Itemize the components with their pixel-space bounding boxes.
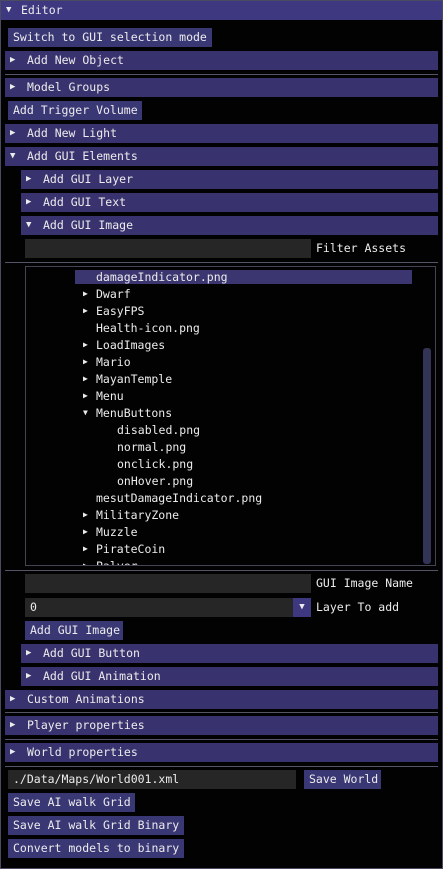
gui-image-name-label: GUI Image Name [316,576,413,590]
expanded-arrow-icon: ▼ [26,220,32,230]
asset-folder-item[interactable]: Mario [96,355,131,369]
save-world-button[interactable]: Save World [304,770,381,789]
layer-to-add-label: Layer To add [316,600,400,614]
collapsed-arrow-icon: ▶ [10,82,16,92]
collapse-window-icon[interactable]: ▼ [6,1,11,20]
add-gui-button-header[interactable]: ▶ Add GUI Button [21,644,438,663]
add-gui-text-header[interactable]: ▶ Add GUI Text [21,193,438,212]
asset-folder-item[interactable]: EasyFPS [96,304,144,318]
asset-folder-item[interactable]: Menu [96,389,124,403]
asset-folder-item[interactable]: LoadImages [96,338,165,352]
gui-image-name-input[interactable] [25,574,311,593]
add-gui-image-button[interactable]: Add GUI Image [25,621,123,640]
collapsed-arrow-icon: ▶ [26,174,32,184]
asset-list-scrollbar[interactable] [423,348,431,564]
add-gui-animation-header[interactable]: ▶ Add GUI Animation [21,667,438,686]
folder-expanded-arrow-icon[interactable]: ▼ [83,406,88,420]
add-new-object-header[interactable]: ▶ Add New Object [5,51,438,70]
add-trigger-volume-button[interactable]: Add Trigger Volume [8,101,142,120]
save-ai-walk-grid-binary-button[interactable]: Save AI walk Grid Binary [8,816,184,835]
add-gui-elements-header[interactable]: ▼ Add GUI Elements [5,147,438,166]
player-properties-header[interactable]: ▶ Player properties [5,716,438,735]
custom-animations-header[interactable]: ▶ Custom Animations [5,690,438,709]
separator [5,74,438,75]
window-title: Editor [21,3,63,17]
folder-collapsed-arrow-icon[interactable]: ▶ [83,559,88,565]
add-new-light-header[interactable]: ▶ Add New Light [5,124,438,143]
editor-window: ▼ Editor Switch to GUI selection mode ▶ … [0,0,443,869]
asset-file-item[interactable]: disabled.png [117,423,200,437]
filter-assets-label: Filter Assets [316,241,407,255]
add-gui-image-header[interactable]: ▼ Add GUI Image [21,216,438,235]
folder-collapsed-arrow-icon[interactable]: ▶ [83,338,88,352]
separator [5,766,438,767]
model-groups-header[interactable]: ▶ Model Groups [5,78,438,97]
add-gui-layer-header[interactable]: ▶ Add GUI Layer [21,170,438,189]
window-title-bar[interactable]: ▼ Editor [1,1,442,20]
separator [5,262,438,263]
folder-collapsed-arrow-icon[interactable]: ▶ [83,372,88,386]
world-path-input[interactable]: ./Data/Maps/World001.xml [8,770,296,789]
separator [5,739,438,740]
separator [5,570,438,571]
collapsed-arrow-icon: ▶ [26,197,32,207]
asset-folder-item[interactable]: Muzzle [96,525,138,539]
collapsed-arrow-icon: ▶ [26,648,32,658]
asset-folder-item[interactable]: PirateCoin [96,542,165,556]
folder-collapsed-arrow-icon[interactable]: ▶ [83,287,88,301]
collapsed-arrow-icon: ▶ [26,671,32,681]
asset-tree-list[interactable]: damageIndicator.png ▶ Dwarf ▶ EasyFPS Health-… [25,266,436,566]
layer-to-add-select[interactable]: 0 [25,598,293,617]
asset-folder-item[interactable]: Dwarf [96,287,131,301]
folder-collapsed-arrow-icon[interactable]: ▶ [83,355,88,369]
asset-file-item[interactable]: mesutDamageIndicator.png [96,491,262,505]
asset-folder-item[interactable]: Palyer [96,559,138,565]
collapsed-arrow-icon: ▶ [10,720,16,730]
collapsed-arrow-icon: ▶ [10,747,16,757]
switch-gui-selection-mode-button[interactable]: Switch to GUI selection mode [8,28,212,47]
dropdown-arrow-icon[interactable]: ▼ [293,598,311,617]
folder-collapsed-arrow-icon[interactable]: ▶ [83,525,88,539]
asset-folder-item[interactable]: MilitaryZone [96,508,179,522]
separator [5,712,438,713]
folder-collapsed-arrow-icon[interactable]: ▶ [83,304,88,318]
save-ai-walk-grid-button[interactable]: Save AI walk Grid [8,793,135,812]
collapsed-arrow-icon: ▶ [10,128,16,138]
asset-folder-item[interactable]: MayanTemple [96,372,172,386]
asset-file-item[interactable]: damageIndicator.png [96,270,228,284]
asset-folder-item[interactable]: MenuButtons [96,406,172,420]
expanded-arrow-icon: ▼ [10,151,16,161]
folder-collapsed-arrow-icon[interactable]: ▶ [83,542,88,556]
folder-collapsed-arrow-icon[interactable]: ▶ [83,508,88,522]
asset-file-item[interactable]: normal.png [117,440,186,454]
world-properties-header[interactable]: ▶ World properties [5,743,438,762]
asset-file-item[interactable]: onclick.png [117,457,193,471]
asset-file-item[interactable]: onHover.png [117,474,193,488]
collapsed-arrow-icon: ▶ [10,694,16,704]
filter-assets-input[interactable] [25,239,311,258]
asset-file-item[interactable]: Health-icon.png [96,321,200,335]
folder-collapsed-arrow-icon[interactable]: ▶ [83,389,88,403]
collapsed-arrow-icon: ▶ [10,55,16,65]
convert-models-to-binary-button[interactable]: Convert models to binary [8,839,184,858]
